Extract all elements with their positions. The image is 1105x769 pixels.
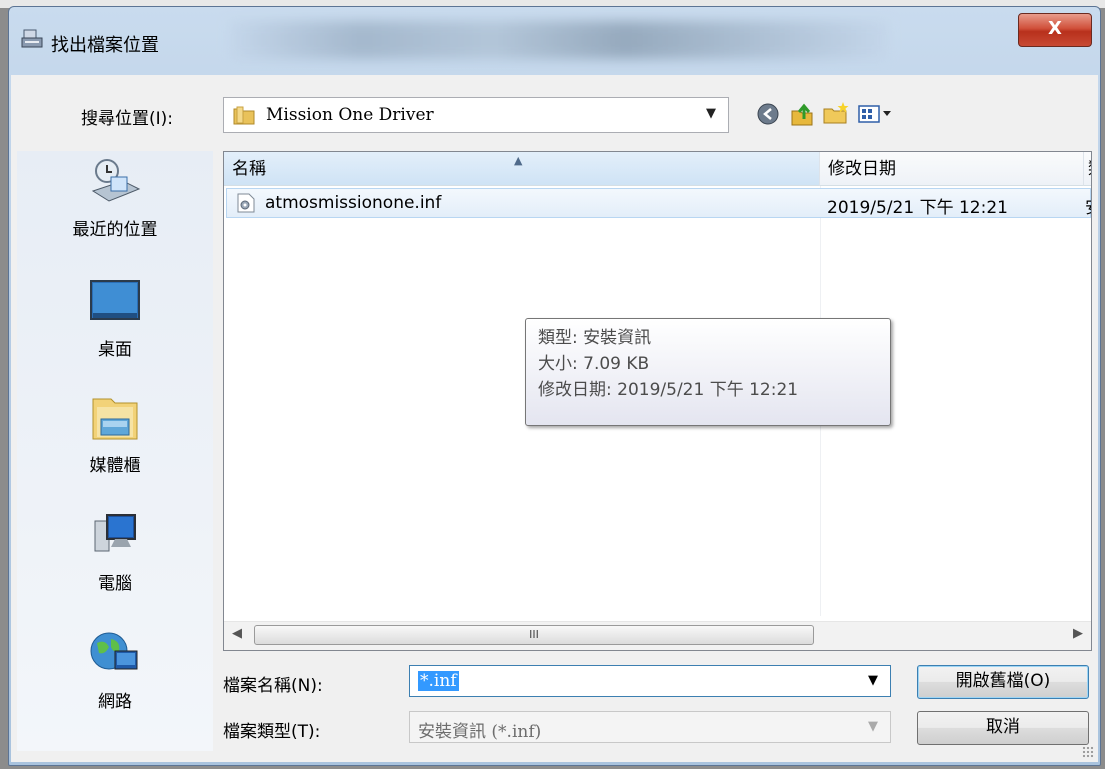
column-header-name[interactable]: 名稱 ▲ bbox=[224, 152, 820, 186]
places-bar: 最近的位置 桌面 媒體櫃 電腦 網路 bbox=[17, 151, 213, 751]
place-computer[interactable]: 電腦 bbox=[17, 511, 213, 594]
network-icon bbox=[90, 632, 138, 670]
chevron-down-icon[interactable]: ▼ bbox=[706, 106, 716, 121]
place-label: 媒體櫃 bbox=[89, 456, 141, 476]
tooltip-size: 大小: 7.09 KB bbox=[538, 354, 650, 374]
place-label: 桌面 bbox=[98, 340, 132, 360]
view-menu-icon[interactable] bbox=[857, 99, 897, 129]
resize-grip-icon[interactable] bbox=[1082, 746, 1094, 758]
filetype-label: 檔案類型(T): bbox=[223, 722, 321, 742]
column-header-label: 類 bbox=[1088, 159, 1091, 179]
find-file-dialog: 找出檔案位置 X 搜尋位置(I): Mission One Driver ▼ 最… bbox=[8, 6, 1101, 766]
new-folder-icon[interactable] bbox=[821, 99, 851, 129]
scroll-thumb[interactable]: III bbox=[254, 625, 814, 645]
place-libraries[interactable]: 媒體櫃 bbox=[17, 393, 213, 476]
place-network[interactable]: 網路 bbox=[17, 629, 213, 712]
file-name: atmosmissionone.inf bbox=[265, 193, 442, 213]
place-desktop[interactable]: 桌面 bbox=[17, 277, 213, 360]
recent-places-icon bbox=[91, 159, 141, 202]
scroll-left-icon[interactable]: ◀ bbox=[232, 626, 242, 641]
file-row[interactable]: atmosmissionone.inf 2019/5/21 下午 12:21 安 bbox=[226, 188, 1091, 218]
open-button[interactable]: 開啟舊檔(O) bbox=[917, 665, 1089, 699]
column-header-type[interactable]: 類 bbox=[1084, 152, 1091, 186]
title-bar[interactable]: 找出檔案位置 X bbox=[9, 7, 1100, 75]
place-label: 最近的位置 bbox=[72, 220, 158, 240]
setup-file-icon bbox=[237, 193, 255, 213]
libraries-icon bbox=[92, 398, 138, 440]
horizontal-scrollbar[interactable]: ◀ III ▶ bbox=[224, 621, 1091, 650]
dialog-app-icon bbox=[21, 29, 43, 48]
file-info-tooltip: 類型: 安裝資訊 大小: 7.09 KB 修改日期: 2019/5/21 下午 … bbox=[525, 318, 891, 426]
tooltip-modified: 修改日期: 2019/5/21 下午 12:21 bbox=[538, 380, 799, 400]
filename-value[interactable]: *.inf bbox=[418, 671, 459, 691]
look-in-label: 搜尋位置(I): bbox=[81, 109, 174, 129]
filename-label: 檔案名稱(N): bbox=[223, 676, 323, 696]
back-icon[interactable] bbox=[753, 99, 783, 129]
column-header-label: 修改日期 bbox=[828, 159, 896, 179]
file-modified: 2019/5/21 下午 12:21 bbox=[827, 198, 1008, 218]
scroll-right-icon[interactable]: ▶ bbox=[1073, 626, 1083, 641]
place-recent[interactable]: 最近的位置 bbox=[17, 157, 213, 240]
folder-icon bbox=[233, 106, 255, 125]
cancel-button[interactable]: 取消 bbox=[917, 711, 1089, 745]
column-header-label: 名稱 bbox=[232, 159, 266, 179]
chevron-down-icon[interactable]: ▼ bbox=[868, 673, 878, 688]
dialog-title: 找出檔案位置 bbox=[51, 35, 159, 56]
filetype-value: 安裝資訊 (*.inf) bbox=[418, 722, 542, 742]
computer-icon bbox=[94, 514, 136, 552]
close-button[interactable]: X bbox=[1018, 13, 1092, 47]
sort-ascending-icon: ▲ bbox=[514, 154, 523, 167]
filetype-dropdown: 安裝資訊 (*.inf) ▼ bbox=[409, 711, 891, 743]
look-in-dropdown[interactable]: Mission One Driver ▼ bbox=[223, 97, 729, 133]
dialog-body: 搜尋位置(I): Mission One Driver ▼ 最近的位置 桌面 媒… bbox=[11, 75, 1098, 762]
place-label: 電腦 bbox=[98, 574, 132, 594]
look-in-value: Mission One Driver bbox=[266, 105, 434, 125]
place-label: 網路 bbox=[98, 692, 132, 712]
up-folder-icon[interactable] bbox=[787, 99, 817, 129]
file-type-fragment: 安 bbox=[1085, 193, 1091, 218]
chevron-down-icon: ▼ bbox=[868, 719, 878, 734]
column-header-modified[interactable]: 修改日期 bbox=[820, 152, 1084, 186]
title-bar-background-blur bbox=[229, 21, 889, 59]
filename-combobox[interactable]: *.inf ▼ bbox=[409, 665, 891, 697]
desktop-icon bbox=[90, 280, 140, 320]
tooltip-type: 類型: 安裝資訊 bbox=[538, 328, 652, 348]
